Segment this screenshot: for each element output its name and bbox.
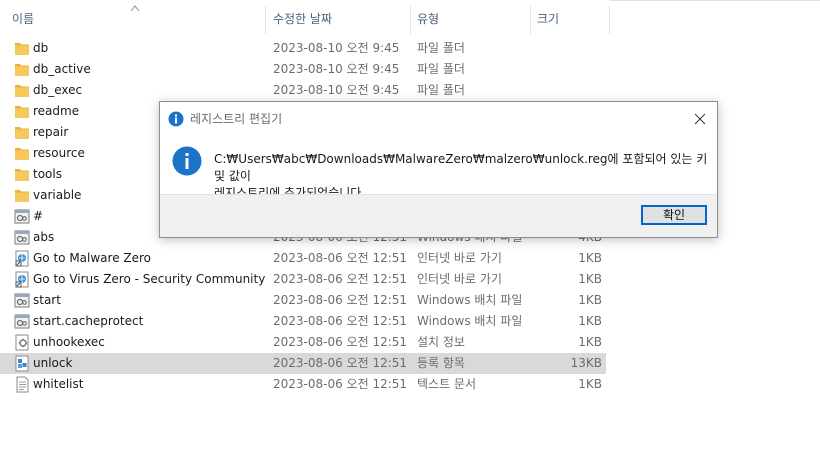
file-type: Windows 배치 파일 <box>417 314 523 328</box>
file-modified-date: 2023-08-10 오전 9:45 <box>273 41 400 55</box>
file-type: 텍스트 문서 <box>417 377 477 391</box>
file-modified-date: 2023-08-06 오전 12:51 <box>273 335 408 349</box>
file-modified-date: 2023-08-06 오전 12:51 <box>273 356 408 370</box>
file-modified-date: 2023-08-06 오전 12:51 <box>273 272 408 286</box>
file-name: unhookexec <box>33 335 105 349</box>
file-type: 설치 정보 <box>417 335 465 349</box>
file-name: tools <box>33 167 62 181</box>
file-modified-date: 2023-08-06 오전 12:51 <box>273 251 408 265</box>
file-row[interactable]: db 2023-08-10 오전 9:45 파일 폴더 <box>0 38 606 59</box>
file-modified-date: 2023-08-10 오전 9:45 <box>273 62 400 76</box>
column-divider[interactable] <box>530 6 531 34</box>
file-name: variable <box>33 188 82 202</box>
internet-shortcut-icon <box>15 271 29 288</box>
file-modified-date: 2023-08-06 오전 12:51 <box>273 293 408 307</box>
file-name: abs <box>33 230 55 244</box>
file-size: 1KB <box>578 335 602 349</box>
column-size[interactable]: 크기 <box>537 0 559 34</box>
registry-file-icon <box>15 355 29 372</box>
batch-file-icon <box>14 314 30 329</box>
column-date[interactable]: 수정한 날짜 <box>273 0 332 34</box>
dialog-title: 레지스트리 편집기 <box>190 112 283 126</box>
column-name[interactable]: 이름 <box>12 0 34 34</box>
file-name: whitelist <box>33 377 84 391</box>
info-icon <box>172 146 202 176</box>
file-name: start.cacheprotect <box>33 314 144 328</box>
file-type: Windows 배치 파일 <box>417 293 523 307</box>
sort-ascending-icon <box>130 5 140 12</box>
file-name: Go to Virus Zero - Security Community <box>33 272 266 286</box>
file-size: 1KB <box>578 314 602 328</box>
file-name: Go to Malware Zero <box>33 251 152 265</box>
column-divider[interactable] <box>265 6 266 34</box>
text-file-icon <box>16 376 29 393</box>
file-row[interactable]: unhookexec 2023-08-06 오전 12:51 설치 정보 1KB <box>0 332 606 353</box>
dialog-message-line: C:₩Users₩abc₩Downloads₩MalwareZero₩malze… <box>214 152 708 183</box>
file-row[interactable]: start 2023-08-06 오전 12:51 Windows 배치 파일 1KB <box>0 290 606 311</box>
file-name: unlock <box>33 356 73 370</box>
file-name: start <box>33 293 61 307</box>
registry-editor-dialog: 레지스트리 편집기 C:₩Users₩abc₩Downloads₩Malware… <box>159 101 718 238</box>
file-row[interactable]: whitelist 2023-08-06 오전 12:51 텍스트 문서 1KB <box>0 374 606 395</box>
file-size: 1KB <box>578 272 602 286</box>
column-type[interactable]: 유형 <box>417 0 439 34</box>
file-size: 13KB <box>570 356 602 370</box>
file-type: 파일 폴더 <box>417 62 465 76</box>
file-modified-date: 2023-08-10 오전 9:45 <box>273 83 400 97</box>
file-type: 파일 폴더 <box>417 83 465 97</box>
column-divider[interactable] <box>410 6 411 34</box>
batch-file-icon <box>14 293 30 308</box>
file-name: db_exec <box>33 83 83 97</box>
file-name: repair <box>33 125 69 139</box>
column-divider[interactable] <box>609 6 610 34</box>
file-row[interactable]: start.cacheprotect 2023-08-06 오전 12:51 Win… <box>0 311 606 332</box>
file-name: db_active <box>33 62 91 76</box>
file-name: # <box>33 209 44 223</box>
dialog-footer: 확인 <box>160 194 717 237</box>
file-name: db <box>33 41 49 55</box>
setup-info-icon <box>15 334 29 351</box>
file-row[interactable]: db_exec 2023-08-10 오전 9:45 파일 폴더 <box>0 80 606 101</box>
file-name: readme <box>33 104 80 118</box>
file-type: 인터넷 바로 가기 <box>417 251 502 265</box>
folder-icon <box>15 127 29 139</box>
close-icon[interactable] <box>689 108 711 130</box>
file-size: 1KB <box>578 251 602 265</box>
folder-icon <box>15 43 29 55</box>
folder-icon <box>15 85 29 97</box>
batch-file-icon <box>14 209 30 224</box>
file-row[interactable]: db_active 2023-08-10 오전 9:45 파일 폴더 <box>0 59 606 80</box>
folder-icon <box>15 148 29 160</box>
file-size: 1KB <box>578 377 602 391</box>
file-row[interactable]: unlock 2023-08-06 오전 12:51 등록 항목 13KB <box>0 353 606 374</box>
internet-shortcut-icon <box>15 250 29 267</box>
folder-icon <box>15 190 29 202</box>
header-top-rule <box>610 0 820 1</box>
column-header: 이름 수정한 날짜 유형 크기 <box>0 0 820 34</box>
file-modified-date: 2023-08-06 오전 12:51 <box>273 314 408 328</box>
file-size: 1KB <box>578 293 602 307</box>
ok-button[interactable]: 확인 <box>641 205 707 225</box>
file-modified-date: 2023-08-06 오전 12:51 <box>273 377 408 391</box>
file-row[interactable]: Go to Malware Zero 2023-08-06 오전 12:51 인터넷… <box>0 248 606 269</box>
batch-file-icon <box>14 230 30 245</box>
file-type: 파일 폴더 <box>417 41 465 55</box>
folder-icon <box>15 64 29 76</box>
folder-icon <box>15 106 29 118</box>
file-type: 등록 항목 <box>417 356 465 370</box>
file-type: 인터넷 바로 가기 <box>417 272 502 286</box>
file-row[interactable]: Go to Virus Zero - Security Community 202… <box>0 269 606 290</box>
file-name: resource <box>33 146 85 160</box>
info-icon <box>168 111 184 127</box>
folder-icon <box>15 169 29 181</box>
